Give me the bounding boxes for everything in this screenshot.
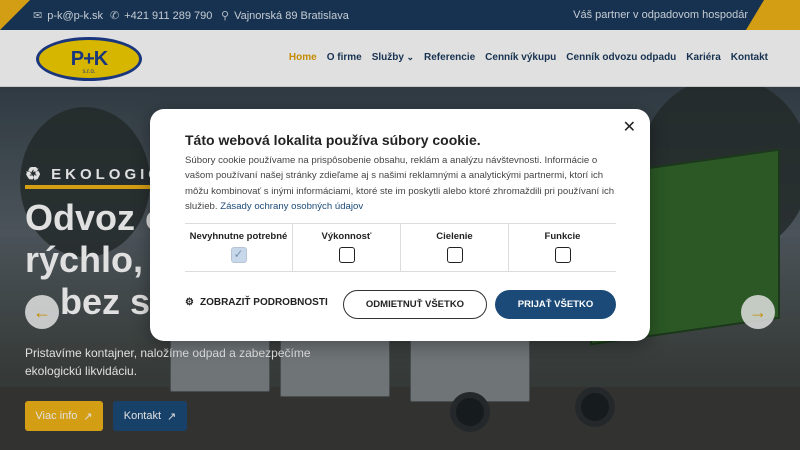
cookie-dialog-description: Súbory cookie používame na prispôsobenie… <box>185 153 615 214</box>
show-details-toggle[interactable]: ⚙ ZOBRAZIŤ PODROBNOSTI <box>185 297 328 308</box>
show-details-label: ZOBRAZIŤ PODROBNOSTI <box>199 297 328 308</box>
functionality-checkbox[interactable] <box>554 247 571 263</box>
cookie-category-label: Cielenie <box>436 231 473 242</box>
cookie-category-label: Nevyhnutne potrebné <box>189 231 288 242</box>
cookie-category-label: Funkcie <box>544 231 581 242</box>
necessary-checkbox <box>230 247 247 263</box>
cookie-category-performance: Výkonnosť <box>292 224 400 271</box>
gear-icon: ⚙ <box>185 297 194 308</box>
cookie-category-targeting: Cielenie <box>400 224 508 271</box>
targeting-checkbox[interactable] <box>446 247 463 263</box>
cookie-category-label: Výkonnosť <box>321 231 372 242</box>
page: ✉ p-k@p-k.sk ✆ +421 911 289 790 ⚲ Vajnor… <box>0 0 800 450</box>
privacy-policy-link[interactable]: Zásady ochrany osobných údajov <box>220 201 363 212</box>
cookie-dialog-title: Táto webová lokalita používa súbory cook… <box>185 132 481 148</box>
reject-all-button[interactable]: ODMIETNUŤ VŠETKO <box>343 290 487 319</box>
close-icon[interactable]: ✕ <box>623 117 636 137</box>
cookie-categories: Nevyhnutne potrebné Výkonnosť Cielenie F… <box>185 223 616 272</box>
cookie-category-necessary: Nevyhnutne potrebné <box>185 224 292 271</box>
cookie-consent-dialog: ✕ Táto webová lokalita používa súbory co… <box>150 109 650 341</box>
cookie-category-functionality: Funkcie <box>508 224 616 271</box>
accept-all-button[interactable]: PRIJAŤ VŠETKO <box>495 290 616 319</box>
performance-checkbox[interactable] <box>338 247 355 263</box>
